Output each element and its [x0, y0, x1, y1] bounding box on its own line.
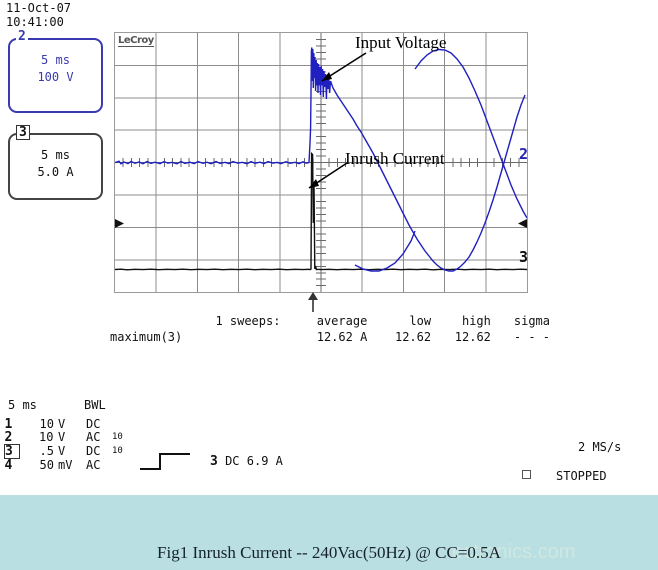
measurement-header-blank [110, 313, 199, 329]
channel-2-number: 2 [4, 430, 13, 445]
date-text: 11-Oct-07 [6, 1, 72, 15]
measurement-average: 12.62 A [316, 330, 368, 344]
channel-marker-2[interactable]: 2 [519, 145, 528, 163]
run-state-indicator-icon[interactable] [522, 470, 531, 479]
trigger-rising-edge-icon[interactable] [138, 450, 198, 472]
channel-2-value: 10 [39, 430, 54, 445]
channel-2-tag: 2 [16, 29, 28, 44]
channel-3-coupling: DC [86, 444, 101, 458]
trigger-coupling: DC [225, 454, 240, 468]
annotation-input-voltage-arrow-icon [321, 52, 367, 82]
channel-2-scale: 100 V [37, 70, 74, 84]
channel-3-number: 3 [4, 444, 20, 459]
trigger-level-arrow-icon [518, 219, 527, 228]
col-header-average: average [316, 314, 368, 328]
measurement-row: maximum(3) 12.62 A 12.62 12.62 - - - [110, 329, 550, 345]
sweeps-count: 1 sweeps: [215, 314, 281, 328]
channel-2-coupling: AC [86, 430, 101, 445]
channel-3-scale: 5.0 A [37, 165, 74, 179]
datetime-readout: 11-Oct-07 10:41:00 [6, 1, 146, 29]
channel-2-timebase: 5 ms [41, 53, 70, 67]
channel-3-tag: 3 [16, 125, 30, 140]
channel-4-number: 4 [4, 458, 13, 473]
channel-4-coupling: AC [86, 457, 101, 472]
channel-1-unit: V [58, 417, 66, 431]
channel-level-arrow-icon [115, 219, 124, 228]
run-state-label: STOPPED [556, 469, 607, 483]
measurement-sigma: - - - [513, 330, 550, 344]
channel-4-unit: mV [58, 457, 73, 472]
waveform-input-voltage-crest [354, 230, 416, 272]
channel-1-attenuation [112, 418, 128, 431]
annotation-inrush-current: Inrush Current [345, 149, 445, 168]
lecroy-logo: LeCroy [118, 35, 154, 47]
channel-2-scale-box[interactable]: 2 5 ms 100 V [8, 30, 103, 113]
measurement-spacer [199, 329, 306, 345]
col-header-sigma: sigma [513, 314, 550, 328]
channel-2-unit: V [58, 430, 66, 445]
channel-1-coupling: DC [86, 417, 101, 431]
channel-3-scale-box[interactable]: 3 5 ms 5.0 A [8, 125, 103, 200]
figure-caption: Fig1 Inrush Current -- 240Vac(50Hz) @ CC… [157, 543, 501, 562]
status-panel: 5 ms BWL 1 10 V DC 2 10 V AC 10 3 .5 V D… [0, 398, 658, 493]
trigger-level: 6.9 A [246, 454, 283, 468]
channel-4-attenuation [112, 459, 128, 473]
channel-3-attenuation: 10 [112, 446, 123, 456]
waveform-input-voltage-tail [414, 48, 527, 219]
annotation-inrush-current-arrow-icon [308, 162, 348, 189]
channel-3-unit: V [58, 444, 66, 458]
col-header-high: high [461, 314, 491, 328]
channel-settings-table: 1 10 V DC 2 10 V AC 10 3 .5 V DC 10 4 50… [4, 418, 129, 472]
measurement-statistics: 1 sweeps: average low high sigma maximum… [110, 313, 550, 345]
trigger-settings[interactable]: 3 DC 6.9 A [210, 454, 283, 469]
channel-1-value: 10 [39, 417, 54, 431]
channel-row[interactable]: 2 10 V AC 10 [5, 431, 129, 445]
sample-rate-readout: 2 MS/s [578, 440, 622, 454]
measurement-high: 12.62 [454, 330, 491, 344]
time-text: 10:41:00 [6, 15, 64, 29]
measurement-header-row: 1 sweeps: average low high sigma [110, 313, 550, 329]
channel-row[interactable]: 3 .5 V DC 10 [4, 444, 129, 459]
channel-3-timebase: 5 ms [41, 148, 70, 162]
bandwidth-limit-label[interactable]: BWL [84, 398, 106, 412]
channel-row[interactable]: 4 50 mV AC [4, 457, 129, 473]
channel-4-value: 50 [39, 457, 54, 472]
measurement-low: 12.62 [394, 330, 432, 344]
col-header-low: low [409, 314, 432, 328]
channel-3-value: .5 [39, 444, 54, 458]
timebase-readout[interactable]: 5 ms [8, 398, 37, 412]
annotation-input-voltage: Input Voltage [355, 33, 447, 52]
channel-row[interactable]: 1 10 V DC [5, 417, 129, 432]
trigger-source: 3 [210, 454, 218, 469]
channel-2-attenuation: 10 [112, 432, 123, 443]
trigger-position-marker-icon[interactable] [305, 292, 321, 314]
measurement-label: maximum(3) [110, 330, 183, 344]
channel-marker-3[interactable]: 3 [519, 248, 528, 266]
oscilloscope-display[interactable]: LeCroy Input Voltage Inrush Current 2 3 [114, 32, 528, 293]
